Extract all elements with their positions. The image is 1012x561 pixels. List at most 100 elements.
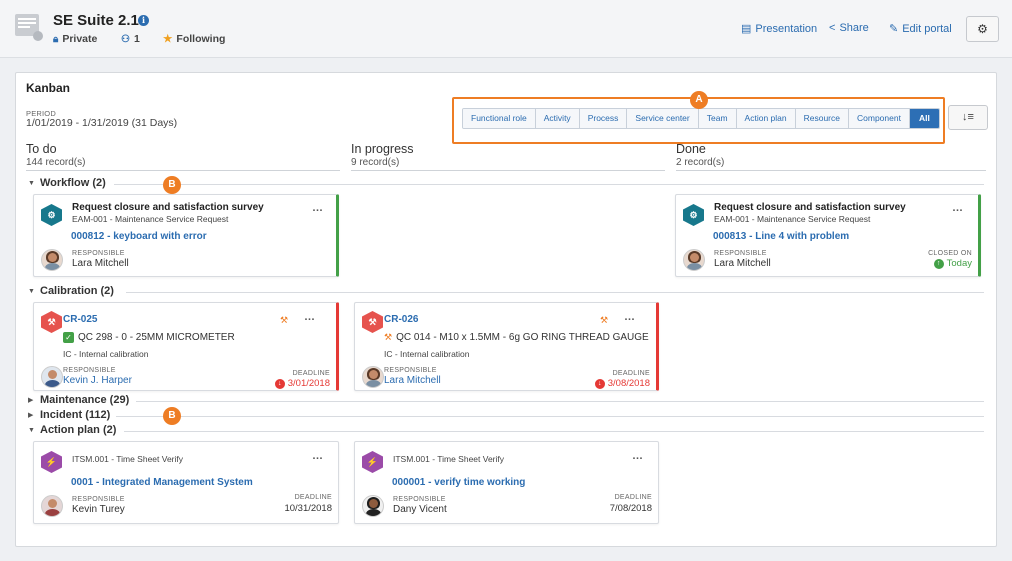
filter-action-plan[interactable]: Action plan xyxy=(736,109,796,128)
more-options-icon[interactable]: … xyxy=(312,202,324,214)
caret-right-icon: ▶ xyxy=(28,412,34,419)
group-calibration[interactable]: ▼ Calibration (2) xyxy=(28,285,114,297)
workflow-card[interactable]: ⚙ Request closure and satisfaction surve… xyxy=(675,194,981,277)
portal-header: SE Suite 2.1 i 🔒︎ Private ⚇ 1 ★ Followin… xyxy=(0,0,1012,58)
callout-b-badge: B xyxy=(163,176,181,194)
group-action-plan[interactable]: ▼ Action plan (2) xyxy=(28,424,116,436)
pencil-icon: ✎ xyxy=(889,23,899,35)
deadline-label: DEADLINE xyxy=(612,370,650,377)
info-icon[interactable]: i xyxy=(138,15,149,26)
group-workflow[interactable]: ▼ Workflow (2) xyxy=(28,177,106,189)
card-code-link[interactable]: CR-026 xyxy=(384,314,418,325)
card-subtitle: ITSM.001 - Time Sheet Verify xyxy=(72,454,184,464)
avatar xyxy=(41,495,63,517)
column-title: To do xyxy=(26,142,57,156)
privacy-status: 🔒︎ Private xyxy=(53,33,98,45)
card-subtitle: EAM-001 - Maintenance Service Request xyxy=(714,214,871,224)
portal-logo-icon xyxy=(15,14,43,41)
more-options-icon[interactable]: … xyxy=(624,311,636,323)
group-incident[interactable]: ▶ Incident (112) xyxy=(28,409,110,421)
deadline-date: 7/08/2018 xyxy=(609,503,652,514)
sort-button[interactable]: ↓≡ xyxy=(948,105,988,130)
card-record-link[interactable]: 000812 - keyboard with error xyxy=(71,231,207,242)
settings-button[interactable]: ⚙ xyxy=(966,16,999,42)
avatar xyxy=(683,249,705,271)
action-plan-icon: ⚡ xyxy=(41,451,62,473)
card-subtitle: IC - Internal calibration xyxy=(63,349,149,359)
callout-a-badge: A xyxy=(690,91,708,109)
card-code-link[interactable]: CR-025 xyxy=(63,314,97,325)
avatar xyxy=(362,495,384,517)
wrench-icon: ⚒ xyxy=(280,315,289,325)
filter-resource[interactable]: Resource xyxy=(795,109,849,128)
more-options-icon[interactable]: … xyxy=(304,311,316,323)
action-plan-icon: ⚡ xyxy=(362,451,383,473)
caret-down-icon: ▼ xyxy=(28,287,35,295)
column-todo-header: To do 144 record(s) xyxy=(26,142,85,168)
card-record-link[interactable]: 0001 - Integrated Management System xyxy=(71,477,253,488)
deadline-label: DEADLINE xyxy=(292,370,330,377)
star-icon: ★ xyxy=(163,33,173,45)
column-done-header: Done 2 record(s) xyxy=(676,142,724,168)
closed-on-label: CLOSED ON xyxy=(928,250,972,257)
calibration-icon: ⚒ xyxy=(362,311,383,333)
deadline-date: ↓ 3/01/2018 xyxy=(274,378,330,389)
column-divider xyxy=(26,170,340,171)
calibration-card[interactable]: ⚒ CR-026 ⚒ … ⚒ QC 014 - M10 x 1.5MM - 6g… xyxy=(354,302,659,391)
responsible-label: RESPONSIBLE xyxy=(384,367,437,374)
filter-functional-role[interactable]: Functional role xyxy=(463,109,536,128)
deadline-label: DEADLINE xyxy=(294,494,332,501)
caret-right-icon: ▶ xyxy=(28,397,34,404)
column-count: 144 record(s) xyxy=(26,157,86,168)
filter-team[interactable]: Team xyxy=(698,109,737,128)
responsible-name: Lara Mitchell xyxy=(72,258,129,269)
arrow-up-icon: ↑ xyxy=(933,258,944,269)
group-divider xyxy=(136,401,984,402)
following-toggle[interactable]: ★ Following xyxy=(163,33,225,45)
filter-process[interactable]: Process xyxy=(579,109,628,128)
panel-title: Kanban xyxy=(26,81,71,95)
group-divider xyxy=(126,292,984,293)
responsible-name[interactable]: Kevin J. Harper xyxy=(63,375,132,386)
filter-activity[interactable]: Activity xyxy=(535,109,580,128)
action-plan-card[interactable]: ⚡ ITSM.001 - Time Sheet Verify … 000001 … xyxy=(354,441,659,524)
card-record-link[interactable]: 000001 - verify time working xyxy=(392,477,525,488)
lock-icon: 🔒︎ xyxy=(53,33,59,45)
filter-all[interactable]: All xyxy=(909,109,939,128)
avatar xyxy=(362,366,384,388)
caret-down-icon: ▼ xyxy=(28,179,35,187)
responsible-name: Kevin Turey xyxy=(72,504,125,515)
wrench-icon: ⚒ xyxy=(384,332,393,342)
responsible-label: RESPONSIBLE xyxy=(72,496,125,503)
calibration-card[interactable]: ⚒ CR-025 ⚒ … ✓ QC 298 - 0 - 25MM MICROME… xyxy=(33,302,339,391)
callout-b-badge: B xyxy=(163,407,181,425)
responsible-name[interactable]: Lara Mitchell xyxy=(384,375,441,386)
responsible-label: RESPONSIBLE xyxy=(393,496,446,503)
workflow-icon: ⚙ xyxy=(683,204,704,226)
share-link[interactable]: < Share xyxy=(829,22,869,34)
kanban-panel: Kanban PERIOD 1/01/2019 - 1/31/2019 (31 … xyxy=(15,72,997,547)
filter-service-center[interactable]: Service center xyxy=(627,109,699,128)
presentation-link[interactable]: ▤ Presentation xyxy=(741,22,817,36)
share-icon: < xyxy=(829,22,836,34)
more-options-icon[interactable]: … xyxy=(632,450,644,462)
group-maintenance[interactable]: ▶ Maintenance (29) xyxy=(28,394,129,406)
column-title: Done xyxy=(676,142,706,156)
more-options-icon[interactable]: … xyxy=(952,202,964,214)
filter-component[interactable]: Component xyxy=(849,109,910,128)
workflow-card[interactable]: ⚙ Request closure and satisfaction surve… xyxy=(33,194,339,277)
column-divider xyxy=(351,170,665,171)
group-divider xyxy=(124,431,984,432)
more-options-icon[interactable]: … xyxy=(312,450,324,462)
card-title: Request closure and satisfaction survey xyxy=(714,202,906,213)
card-record-link[interactable]: 000813 - Line 4 with problem xyxy=(713,231,849,242)
action-plan-card[interactable]: ⚡ ITSM.001 - Time Sheet Verify … 0001 - … xyxy=(33,441,339,524)
responsible-label: RESPONSIBLE xyxy=(714,250,767,257)
group-divider xyxy=(116,416,984,417)
card-item: ✓ QC 298 - 0 - 25MM MICROMETER xyxy=(63,332,235,343)
edit-portal-link[interactable]: ✎ Edit portal xyxy=(889,22,952,36)
members-count[interactable]: ⚇ 1 xyxy=(121,33,140,45)
responsible-label: RESPONSIBLE xyxy=(63,367,116,374)
period-value: 1/01/2019 - 1/31/2019 (31 Days) xyxy=(26,117,178,129)
card-subtitle: ITSM.001 - Time Sheet Verify xyxy=(393,454,505,464)
